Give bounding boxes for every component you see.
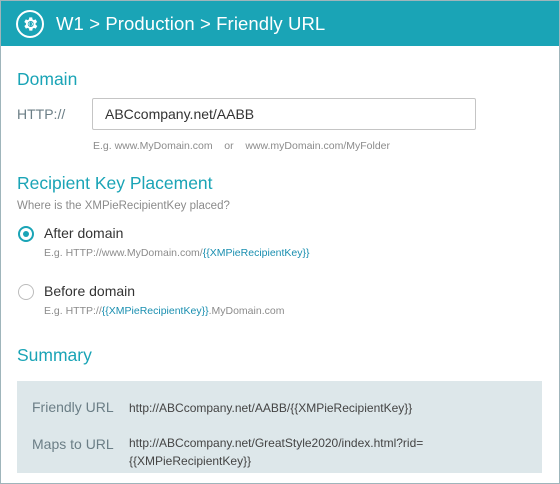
maps-to-url-line-2: {{XMPieRecipientKey}}: [129, 454, 252, 468]
domain-hint-example-1: E.g. www.MyDomain.com: [93, 140, 213, 152]
after-domain-example-prefix: E.g. HTTP://www.MyDomain.com/: [44, 247, 203, 259]
before-domain-example-suffix: .MyDomain.com: [208, 305, 285, 317]
before-domain-radio[interactable]: [18, 284, 34, 300]
friendly-url-label: Friendly URL: [32, 399, 114, 415]
gear-icon: [16, 9, 44, 38]
maps-to-url-line-1: http://ABCcompany.net/GreatStyle2020/ind…: [129, 436, 424, 450]
domain-input[interactable]: [92, 98, 476, 130]
summary-heading: Summary: [17, 345, 92, 365]
maps-to-url-value: http://ABCcompany.net/GreatStyle2020/ind…: [129, 434, 529, 470]
before-domain-label[interactable]: Before domain: [44, 283, 135, 299]
summary-panel: Friendly URL http://ABCcompany.net/AABB/…: [17, 381, 542, 473]
before-domain-example: E.g. HTTP://{{XMPieRecipientKey}}.MyDoma…: [44, 305, 284, 317]
before-domain-example-key: {{XMPieRecipientKey}}: [101, 305, 209, 317]
dialog-title: W1 > Production > Friendly URL: [56, 12, 326, 34]
after-domain-example: E.g. HTTP://www.MyDomain.com/{{XMPieReci…: [44, 247, 310, 259]
recipient-key-question: Where is the XMPieRecipientKey placed?: [17, 200, 230, 212]
recipient-key-heading: Recipient Key Placement: [17, 173, 213, 193]
after-domain-radio[interactable]: [18, 226, 34, 242]
domain-heading: Domain: [17, 69, 78, 89]
domain-hint-or: or: [224, 140, 234, 152]
after-domain-label[interactable]: After domain: [44, 225, 123, 241]
maps-to-url-label: Maps to URL: [32, 436, 114, 452]
protocol-label: HTTP://: [17, 106, 66, 122]
domain-hint-example-2: www.myDomain.com/MyFolder: [245, 140, 391, 152]
title-bar: W1 > Production > Friendly URL: [1, 1, 559, 46]
friendly-url-value: http://ABCcompany.net/AABB/{{XMPieRecipi…: [129, 401, 413, 415]
friendly-url-dialog: W1 > Production > Friendly URL Domain HT…: [0, 0, 560, 484]
before-domain-example-prefix: E.g. HTTP://: [44, 305, 102, 317]
domain-hint: E.g. www.MyDomain.com or www.myDomain.co…: [93, 140, 390, 152]
after-domain-example-key: {{XMPieRecipientKey}}: [202, 247, 310, 259]
